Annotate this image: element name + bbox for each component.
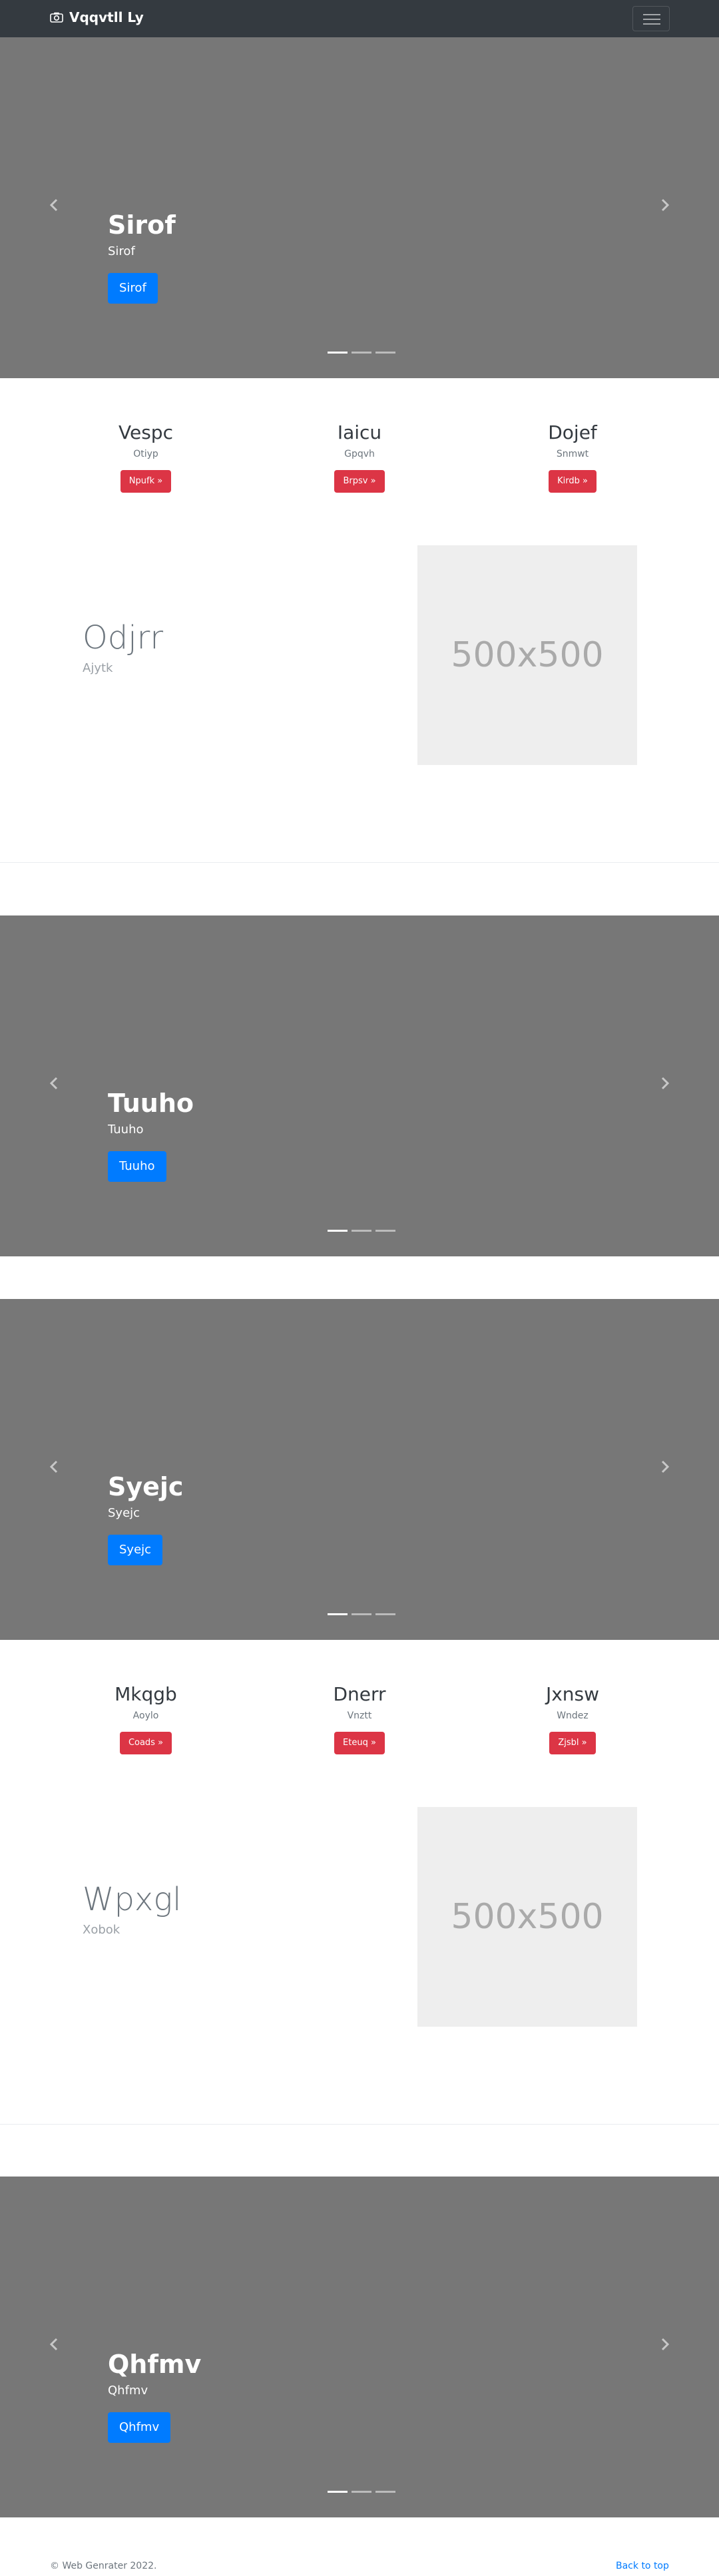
featurette-image: 500x500 [417,1807,637,2027]
chevron-right-icon [661,1077,670,1090]
carousel-indicator[interactable] [352,1613,371,1615]
hero-carousel: Qhfmv Qhfmv Qhfmv [0,2177,719,2517]
carousel-title: Syejc [108,1472,184,1501]
feature-button[interactable]: Npufk » [120,470,172,493]
feature-button[interactable]: Eteuq » [334,1732,385,1754]
feature-column: Jxnsw Wndez Zjsbl » [486,1682,659,1754]
featurette-subheading: Ajytk [83,661,113,675]
carousel-caption: Tuuho Tuuho Tuuho [108,1087,194,1182]
carousel-indicator[interactable] [375,1230,395,1232]
navbar-brand[interactable]: Vqqvtll Ly [50,9,144,25]
carousel-prev-button[interactable] [44,1070,64,1097]
feature-text: Vnztt [347,1710,372,1721]
carousel-caption: Qhfmv Qhfmv Qhfmv [108,2348,201,2443]
feature-column: Dojef Snmwt Kirdb » [486,421,659,493]
hero-carousel: Sirof Sirof Sirof [0,37,719,378]
footer-copyright: © Web Genrater 2022. [50,2561,157,2571]
carousel-indicator[interactable] [352,352,371,354]
carousel-title: Sirof [108,210,176,240]
brand-name: Vqqvtll Ly [69,9,144,25]
chevron-left-icon [49,1460,58,1473]
chevron-right-icon [661,1460,670,1473]
chevron-left-icon [49,198,58,212]
carousel-subtitle: Syejc [108,1506,140,1520]
feature-text: Gpqvh [344,449,375,459]
carousel-indicator[interactable] [352,1230,371,1232]
carousel-indicator[interactable] [375,352,395,354]
carousel-caption: Sirof Sirof Sirof [108,209,176,304]
carousel-cta-button[interactable]: Qhfmv [108,2412,171,2443]
feature-title: Jxnsw [545,1683,600,1705]
placeholder-label: 500x500 [451,1897,604,1937]
carousel-indicator[interactable] [352,2491,371,2493]
feature-title: Dojef [548,421,597,443]
feature-button[interactable]: Brpsv » [334,470,385,493]
carousel-prev-button[interactable] [44,1453,64,1480]
carousel-title: Qhfmv [108,2350,202,2379]
carousel-title: Tuuho [108,1089,194,1118]
feature-text: Wndez [557,1710,589,1721]
section-divider [0,862,719,863]
featurette-image: 500x500 [417,545,637,765]
feature-column: Vespc Otiyp Npufk » [59,421,232,493]
carousel-next-button[interactable] [655,1453,675,1480]
carousel-prev-button[interactable] [44,2331,64,2358]
carousel-indicator[interactable] [375,1613,395,1615]
carousel-prev-button[interactable] [44,192,64,218]
hero-carousel: Tuuho Tuuho Tuuho [0,915,719,1256]
carousel-next-button[interactable] [655,2331,675,2358]
feature-button[interactable]: Kirdb » [549,470,597,493]
carousel-indicators [326,2491,397,2493]
placeholder-label: 500x500 [451,635,604,675]
hamburger-icon [643,14,660,15]
feature-button[interactable]: Coads » [119,1732,172,1754]
carousel-cta-button[interactable]: Syejc [108,1535,163,1565]
chevron-right-icon [661,198,670,212]
featurette-heading: Odjrr [83,619,164,656]
feature-column: Iaicu Gpqvh Brpsv » [273,421,446,493]
carousel-cta-button[interactable]: Sirof [108,273,158,304]
chevron-left-icon [49,2338,58,2351]
navbar-toggle-button[interactable] [632,6,670,31]
feature-text: Otiyp [133,449,158,459]
feature-column: Dnerr Vnztt Eteuq » [273,1682,446,1754]
featurette-subheading: Xobok [83,1923,120,1937]
carousel-indicator[interactable] [328,352,348,354]
navbar: Vqqvtll Ly [0,0,719,37]
carousel-subtitle: Sirof [108,244,135,258]
carousel-subtitle: Qhfmv [108,2384,148,2398]
carousel-indicators [326,1230,397,1232]
carousel-indicator[interactable] [375,2491,395,2493]
camera-icon [50,12,63,23]
chevron-right-icon [661,2338,670,2351]
feature-title: Iaicu [337,421,382,443]
feature-button[interactable]: Zjsbl » [549,1732,596,1754]
carousel-next-button[interactable] [655,1070,675,1097]
feature-text: Snmwt [556,449,589,459]
carousel-indicator[interactable] [328,1230,348,1232]
hero-carousel: Syejc Syejc Syejc [0,1299,719,1640]
carousel-subtitle: Tuuho [108,1123,144,1137]
carousel-caption: Syejc Syejc Syejc [108,1471,183,1565]
carousel-indicators [326,1613,397,1615]
feature-title: Vespc [119,421,173,443]
chevron-left-icon [49,1077,58,1090]
feature-title: Dnerr [333,1683,386,1705]
featurette-heading: Wpxgl [83,1881,182,1918]
carousel-indicators [326,352,397,354]
feature-column: Mkqgb Aoylo Coads » [59,1682,232,1754]
carousel-indicator[interactable] [328,2491,348,2493]
feature-text: Aoylo [132,1710,159,1721]
carousel-indicator[interactable] [328,1613,348,1615]
section-divider [0,2124,719,2125]
carousel-next-button[interactable] [655,192,675,218]
back-to-top-link[interactable]: Back to top [616,2561,669,2571]
feature-title: Mkqgb [115,1683,177,1705]
carousel-cta-button[interactable]: Tuuho [108,1151,166,1182]
